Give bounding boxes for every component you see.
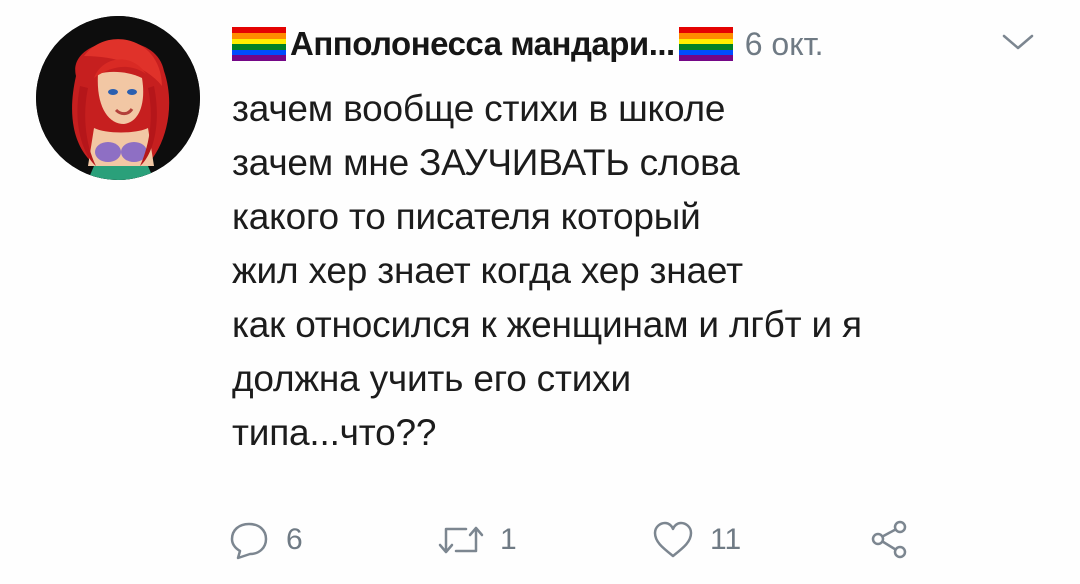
avatar-image — [36, 16, 200, 180]
like-button[interactable]: 11 — [650, 512, 741, 568]
retweet-button[interactable]: 1 — [436, 512, 517, 568]
tweet-text-line: зачем мне ЗАУЧИВАТЬ слова — [232, 142, 740, 183]
tweet-text: зачем вообще стихи в школе зачем мне ЗАУ… — [232, 82, 1052, 460]
rainbow-flag-icon — [232, 27, 286, 61]
heart-icon — [650, 517, 696, 563]
retweet-icon — [436, 517, 486, 563]
display-name[interactable]: Апполонесса мандари... — [290, 25, 675, 63]
tweet-text-line: зачем вообще стихи в школе — [232, 88, 726, 129]
tweet-text-line: типа...что?? — [232, 412, 437, 453]
avatar[interactable] — [36, 16, 200, 180]
tweet-text-line: какого то писателя который — [232, 196, 701, 237]
like-count: 11 — [710, 523, 742, 556]
reply-count: 6 — [286, 523, 303, 556]
share-button[interactable] — [866, 512, 912, 568]
tweet: Апполонесса мандари... 6 окт. зачем вооб… — [0, 0, 1080, 584]
chevron-down-icon[interactable] — [998, 32, 1038, 52]
rainbow-flag-icon — [678, 27, 733, 61]
tweet-text-line: жил хер знает когда хер знает — [232, 250, 743, 291]
reply-button[interactable]: 6 — [226, 512, 303, 568]
tweet-header: Апполонесса мандари... 6 окт. — [232, 22, 1052, 66]
share-icon — [866, 517, 912, 563]
tweet-text-line: как относился к женщинам и лгбт и я — [232, 304, 862, 345]
timestamp[interactable]: 6 окт. — [745, 26, 824, 63]
tweet-text-line: должна учить его стихи — [232, 358, 631, 399]
reply-icon — [226, 517, 272, 563]
tweet-actions: 6 1 11 — [226, 512, 946, 568]
retweet-count: 1 — [500, 523, 517, 556]
